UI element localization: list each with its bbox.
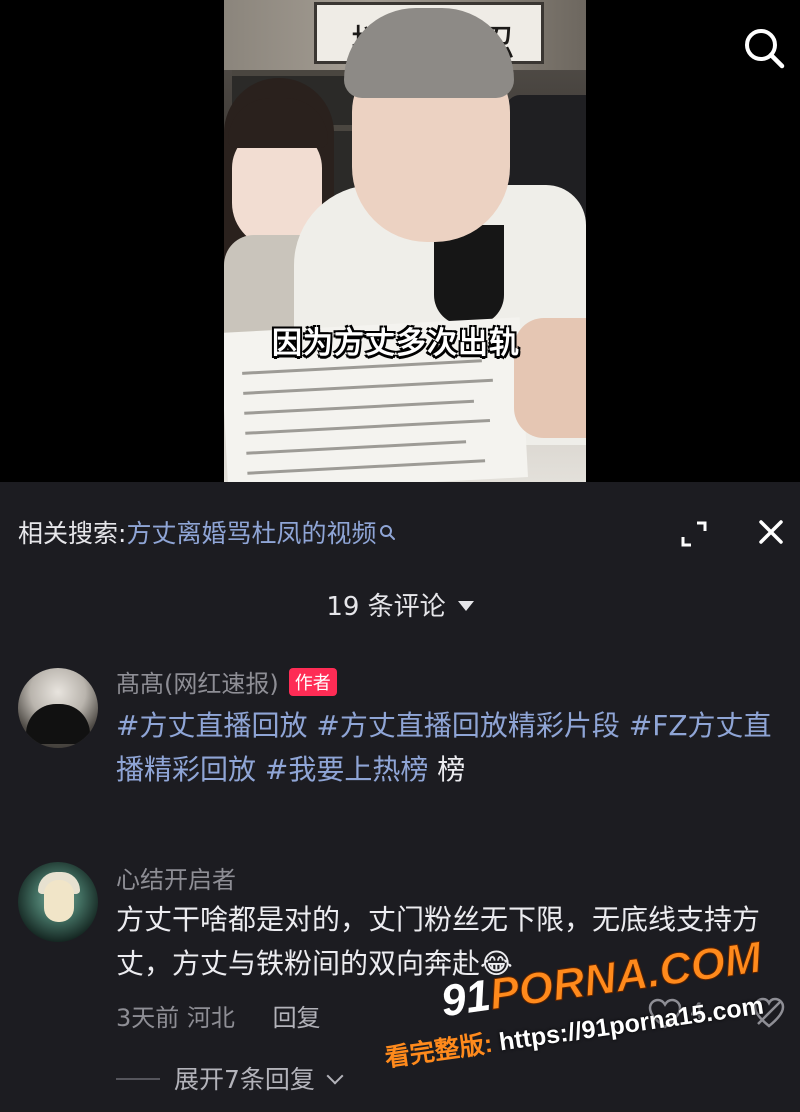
- video-caption: 因为方丈多次出轨: [272, 326, 520, 361]
- author-badge: 作者: [288, 668, 337, 696]
- related-search-icon[interactable]: [378, 523, 396, 541]
- reply-button[interactable]: 回复: [273, 1004, 321, 1032]
- related-search-link[interactable]: 方丈离婚骂杜凤的视频: [126, 514, 376, 550]
- comment-sheet: 相关搜索: 方丈离婚骂杜凤的视频 19 条评论 髙髙(网红速报) 作者 #方丈直播…: [0, 482, 800, 1112]
- divider-dash: [116, 1078, 160, 1080]
- comment-count-dropdown[interactable]: 19 条评论: [0, 586, 800, 623]
- avatar[interactable]: [18, 668, 98, 748]
- search-icon[interactable]: [742, 26, 786, 70]
- comment-username[interactable]: 髙髙(网红速报) 作者: [116, 664, 337, 699]
- hashtag-link[interactable]: #我要上热榜: [265, 753, 428, 786]
- comment-count-label: 19 条评论: [326, 592, 446, 622]
- video-man-hand: [514, 318, 586, 438]
- related-search-label: 相关搜索:: [18, 519, 127, 548]
- expand-replies-label: 展开7条回复: [174, 1065, 315, 1094]
- close-icon[interactable]: [755, 516, 787, 548]
- comment-username[interactable]: 心结开启者: [116, 860, 236, 895]
- comment-location: 河北: [186, 1004, 235, 1032]
- username-text: 髙髙(网红速报): [116, 670, 279, 698]
- heart-icon[interactable]: [648, 998, 682, 1030]
- comment-meta: 3天前 河北 回复: [116, 998, 321, 1033]
- like-count: 4: [690, 1000, 704, 1025]
- chevron-down-icon: [326, 1067, 344, 1085]
- avatar[interactable]: [18, 862, 98, 942]
- related-search[interactable]: 相关搜索: 方丈离婚骂杜凤的视频: [18, 512, 396, 552]
- expand-icon[interactable]: [678, 518, 710, 550]
- caret-down-icon: [457, 600, 474, 611]
- expand-replies-button[interactable]: 展开7条回复: [116, 1060, 344, 1096]
- hashtag-link[interactable]: #方丈直播回放精彩片段: [316, 709, 619, 742]
- comment-trailing-text: 榜: [437, 753, 466, 786]
- comment-time: 3天前: [116, 1004, 180, 1032]
- video-player[interactable]: 挝 忍 因为方丈多次出轨: [0, 0, 800, 482]
- hashtag-link[interactable]: #方丈直播回放: [116, 709, 307, 742]
- video-frame[interactable]: 挝 忍 因为方丈多次出轨: [224, 0, 586, 482]
- dislike-icon[interactable]: [752, 996, 786, 1030]
- comment-text: 方丈干啥都是对的，丈门粉丝无下限，无底线支持方丈，方丈与铁粉间的双向奔赴😂: [116, 903, 761, 980]
- comment-text: #方丈直播回放 #方丈直播回放精彩片段 #FZ方丈直播精彩回放 #我要上热榜 榜: [116, 704, 786, 792]
